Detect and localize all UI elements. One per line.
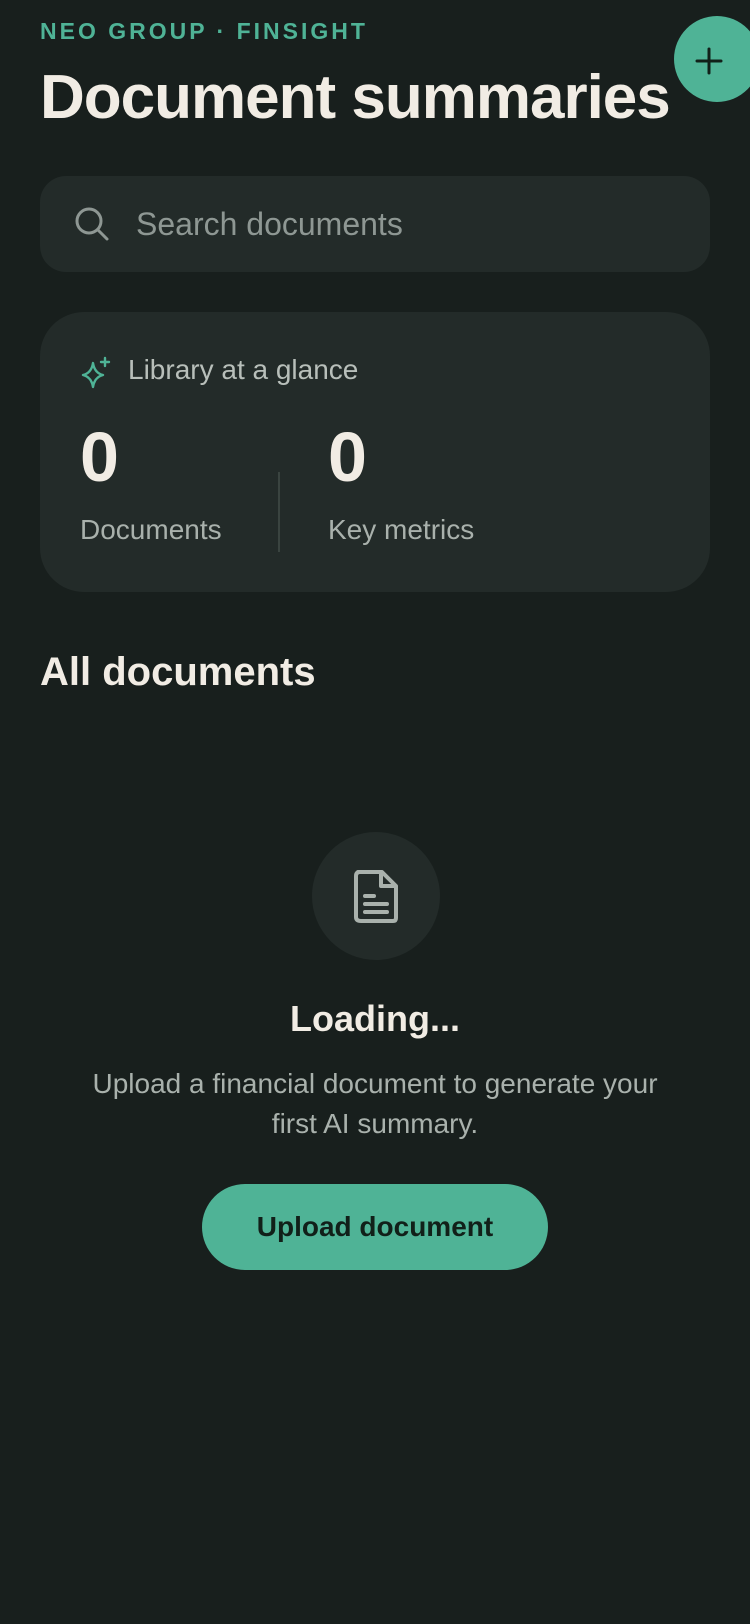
search-bar[interactable] xyxy=(40,176,710,272)
search-icon xyxy=(75,207,109,241)
brand-label: NEO GROUP · FINSIGHT xyxy=(40,18,368,44)
documents-count: 0 xyxy=(80,418,119,496)
documents-label: Documents xyxy=(80,514,222,545)
empty-state-description: Upload a financial document to generate … xyxy=(92,1068,658,1139)
key-metrics-label: Key metrics xyxy=(328,514,475,545)
search-input[interactable] xyxy=(136,176,676,272)
document-icon xyxy=(354,870,398,923)
plus-icon xyxy=(695,47,723,75)
empty-state-icon xyxy=(312,832,440,960)
glance-label: Library at a glance xyxy=(128,354,359,385)
key-metrics-count: 0 xyxy=(328,418,367,496)
add-document-button[interactable] xyxy=(674,16,750,102)
page-title: Document summaries xyxy=(40,63,671,132)
upload-document-button[interactable]: Upload document xyxy=(202,1184,548,1270)
stat-divider xyxy=(278,472,280,552)
library-glance-card: Library at a glance 0 Documents 0 Key me… xyxy=(40,312,710,592)
empty-state-title: Loading... xyxy=(290,998,460,1039)
section-title: All documents xyxy=(40,650,316,694)
sparkle-icon xyxy=(81,356,111,389)
